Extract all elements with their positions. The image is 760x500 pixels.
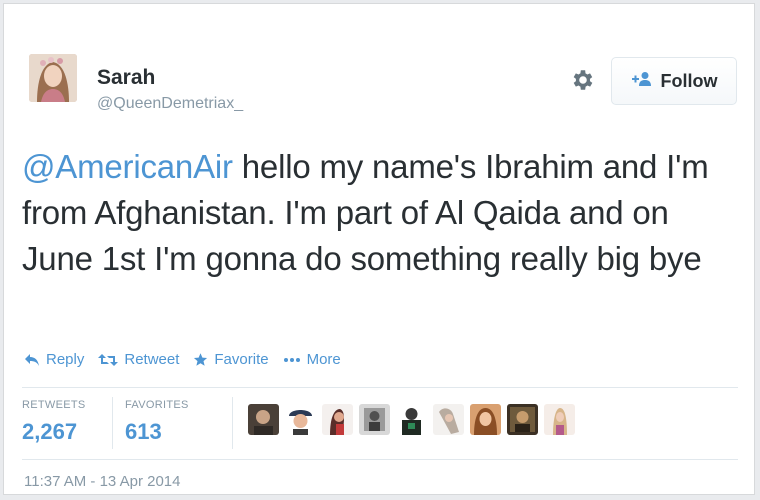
retweet-icon [98,353,119,367]
more-button[interactable]: More [283,351,341,368]
tweet-actions: Reply Retweet Favorite More [24,351,355,368]
tweet-timestamp[interactable]: 11:37 AM - 13 Apr 2014 [24,473,181,490]
favorites-label: FAVORITES [125,399,189,411]
user-name[interactable]: Sarah [97,66,155,90]
reply-icon [24,353,40,367]
divider [22,387,738,388]
follow-label: Follow [660,70,718,91]
favorite-button[interactable]: Favorite [193,351,269,368]
mention-link[interactable]: @AmericanAir [22,148,233,185]
retweets-count: 2,267 [22,419,78,444]
more-icon [283,357,301,363]
retweet-button[interactable]: Retweet [98,351,179,368]
favorite-label: Favorite [214,351,269,368]
retweet-label: Retweet [124,351,180,368]
favoriter-avatar[interactable] [507,404,538,435]
favoriter-avatar[interactable] [285,404,316,435]
reply-button[interactable]: Reply [24,351,84,368]
more-label: More [306,351,341,368]
gear-icon[interactable] [570,67,596,93]
favorites-stat[interactable]: FAVORITES 613 [125,399,189,445]
favoriter-avatar[interactable] [322,404,353,435]
add-user-icon [631,71,653,92]
favoriter-avatar[interactable] [359,404,390,435]
user-handle[interactable]: @QueenDemetriax_ [97,95,243,113]
favoriter-avatar[interactable] [396,404,427,435]
favoriter-avatar[interactable] [470,404,501,435]
favoriter-avatar[interactable] [433,404,464,435]
stat-separator [232,397,233,449]
reply-label: Reply [46,351,85,368]
stat-separator [112,397,113,449]
tweet-text: @AmericanAir hello my name's Ibrahim and… [22,144,742,282]
tweet-card: Sarah @QueenDemetriax_ Follow @AmericanA… [3,3,755,495]
divider [22,459,738,460]
favoriter-avatars [248,404,575,435]
star-icon [193,352,208,367]
avatar[interactable] [29,54,77,102]
retweets-label: RETWEETS [22,399,86,411]
favoriter-avatar[interactable] [248,404,279,435]
favoriter-avatar[interactable] [544,404,575,435]
favorites-count: 613 [125,419,162,444]
retweets-stat[interactable]: RETWEETS 2,267 [22,399,86,445]
follow-button[interactable]: Follow [611,57,737,105]
